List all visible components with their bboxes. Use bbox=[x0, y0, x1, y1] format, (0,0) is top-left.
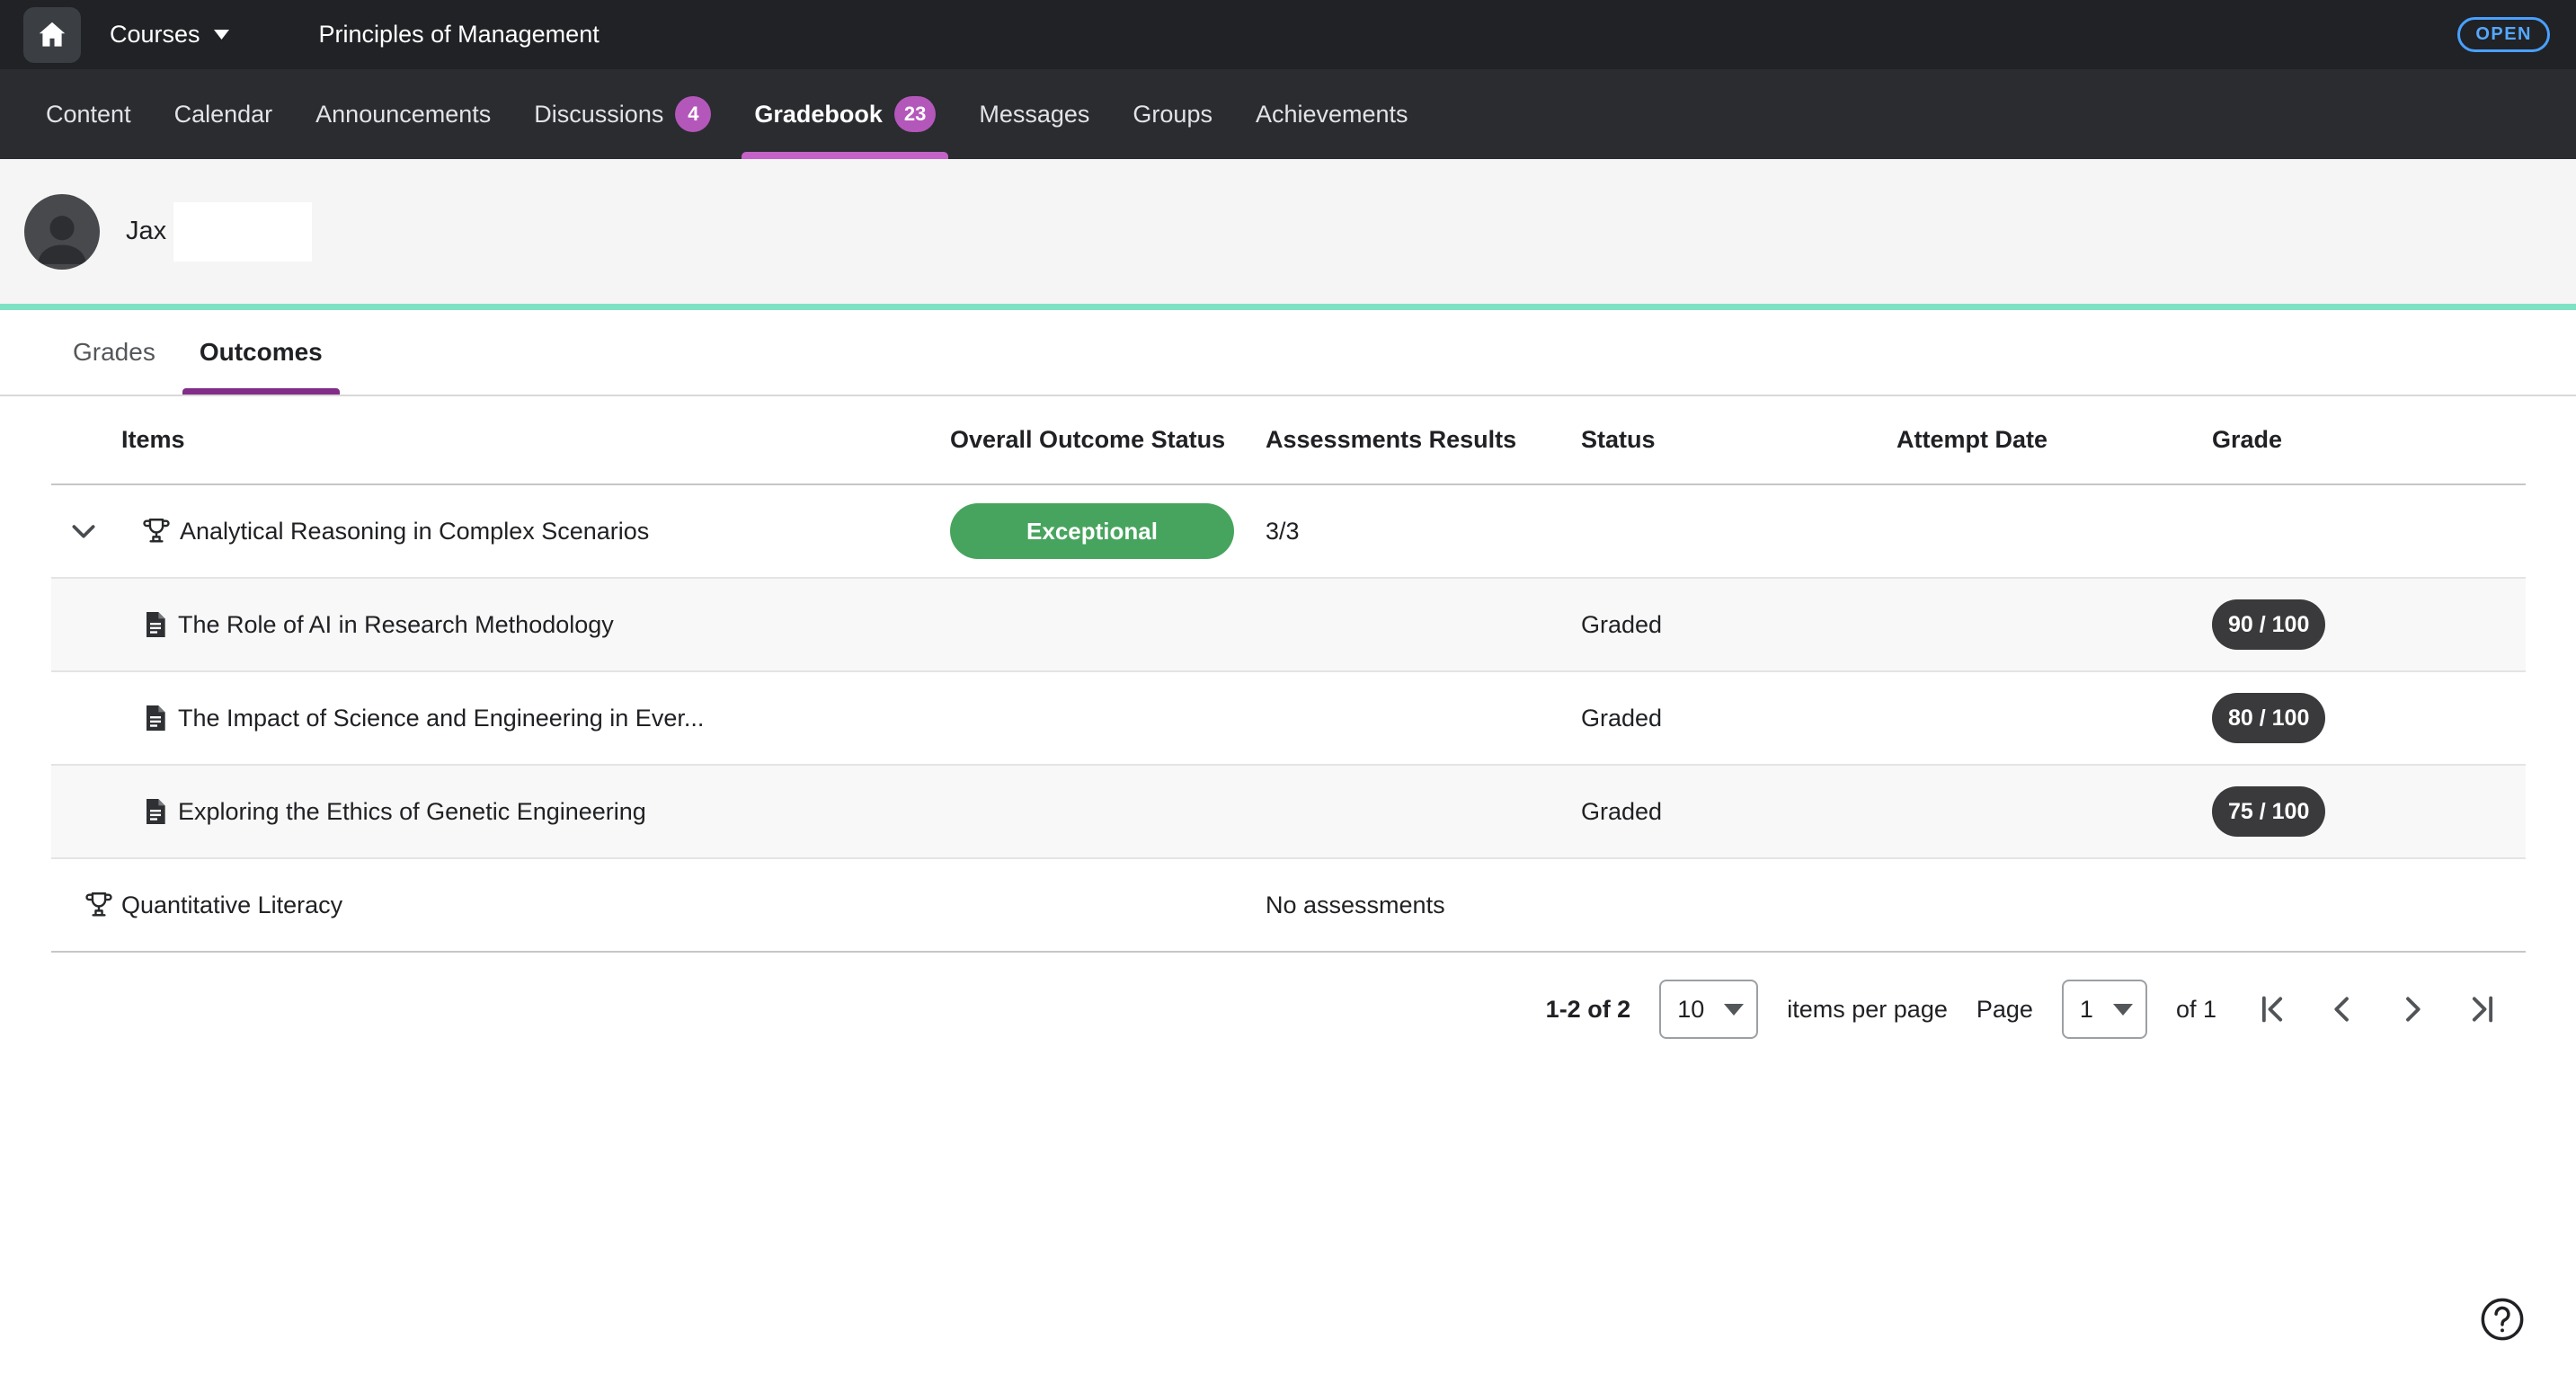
assignment-document-icon bbox=[141, 608, 170, 641]
nav-label: Gradebook bbox=[754, 101, 883, 129]
column-header-grade: Grade bbox=[2212, 426, 2526, 454]
top-bar: Courses Principles of Management OPEN bbox=[0, 0, 2576, 69]
gradebook-tabs: Grades Outcomes bbox=[0, 310, 2576, 395]
help-button[interactable] bbox=[2479, 1296, 2526, 1343]
items-per-page-value: 10 bbox=[1677, 996, 1704, 1024]
nav-item-messages[interactable]: Messages bbox=[966, 69, 1102, 159]
nav-item-discussions[interactable]: Discussions 4 bbox=[521, 69, 724, 159]
chevron-down-icon bbox=[68, 516, 99, 546]
assessment-title: The Role of AI in Research Methodology bbox=[178, 611, 614, 639]
last-page-button[interactable] bbox=[2463, 989, 2502, 1029]
outcomes-table: Items Overall Outcome Status Assessments… bbox=[51, 396, 2526, 1039]
nav-item-groups[interactable]: Groups bbox=[1120, 69, 1225, 159]
nav-label: Announcements bbox=[315, 101, 491, 129]
assessment-status: Graded bbox=[1581, 705, 1896, 732]
collapse-outcome-button[interactable] bbox=[64, 511, 103, 551]
pagination-range: 1-2 of 2 bbox=[1546, 996, 1631, 1024]
dropdown-arrow-icon bbox=[2113, 1004, 2133, 1016]
nav-item-calendar[interactable]: Calendar bbox=[162, 69, 286, 159]
assignment-document-icon bbox=[141, 702, 170, 734]
nav-label: Groups bbox=[1133, 101, 1212, 129]
previous-page-button[interactable] bbox=[2323, 989, 2362, 1029]
items-per-page-label: items per page bbox=[1787, 996, 1948, 1024]
nav-item-achievements[interactable]: Achievements bbox=[1243, 69, 1421, 159]
grade-badge: 75 / 100 bbox=[2212, 786, 2325, 837]
first-page-button[interactable] bbox=[2252, 989, 2292, 1029]
outcome-status-badge: Exceptional bbox=[950, 503, 1234, 559]
next-page-button[interactable] bbox=[2393, 989, 2432, 1029]
pagination-buttons bbox=[2252, 989, 2502, 1029]
page-number-select[interactable]: 1 bbox=[2062, 980, 2147, 1039]
course-nav: Content Calendar Announcements Discussio… bbox=[0, 69, 2576, 159]
column-header-overall-outcome-status: Overall Outcome Status bbox=[950, 426, 1266, 454]
tab-outcomes[interactable]: Outcomes bbox=[182, 310, 340, 395]
grade-badge: 90 / 100 bbox=[2212, 599, 2325, 650]
next-page-icon bbox=[2394, 991, 2430, 1027]
home-icon bbox=[35, 18, 69, 52]
items-per-page-select[interactable]: 10 bbox=[1659, 980, 1758, 1039]
outcome-trophy-icon bbox=[84, 890, 114, 920]
tab-grades[interactable]: Grades bbox=[56, 310, 173, 395]
outcome-title: Quantitative Literacy bbox=[121, 892, 342, 919]
column-header-assessments-results: Assessments Results bbox=[1266, 426, 1581, 454]
user-name: Jax bbox=[126, 217, 166, 246]
table-header-row: Items Overall Outcome Status Assessments… bbox=[51, 396, 2526, 485]
nav-label: Content bbox=[46, 101, 131, 129]
assessment-title: Exploring the Ethics of Genetic Engineer… bbox=[178, 798, 646, 826]
page-label: Page bbox=[1976, 996, 2033, 1024]
column-header-status: Status bbox=[1581, 426, 1896, 454]
previous-page-icon bbox=[2324, 991, 2360, 1027]
outcome-title: Analytical Reasoning in Complex Scenario… bbox=[180, 518, 649, 546]
user-band: Jax bbox=[0, 159, 2576, 304]
first-page-icon bbox=[2254, 991, 2290, 1027]
assignment-document-icon bbox=[141, 795, 170, 828]
outcome-row[interactable]: Analytical Reasoning in Complex Scenario… bbox=[51, 485, 2526, 579]
courses-label: Courses bbox=[110, 21, 200, 49]
gradebook-count-badge: 23 bbox=[894, 96, 936, 132]
open-badge: OPEN bbox=[2457, 17, 2550, 52]
person-icon bbox=[29, 203, 95, 270]
nav-label: Achievements bbox=[1256, 101, 1408, 129]
lms-gradebook-page: Courses Principles of Management OPEN Co… bbox=[0, 0, 2576, 1375]
assessments-results-value: 3/3 bbox=[1266, 518, 1581, 546]
grade-badge: 80 / 100 bbox=[2212, 693, 2325, 743]
assessment-row: Exploring the Ethics of Genetic Engineer… bbox=[51, 766, 2526, 859]
help-icon bbox=[2479, 1296, 2526, 1343]
redacted-name bbox=[173, 202, 312, 262]
nav-label: Discussions bbox=[534, 101, 663, 129]
column-header-attempt-date: Attempt Date bbox=[1896, 426, 2212, 454]
page-number-value: 1 bbox=[2080, 996, 2093, 1024]
nav-item-content[interactable]: Content bbox=[33, 69, 144, 159]
home-button[interactable] bbox=[23, 7, 81, 63]
assessment-status: Graded bbox=[1581, 611, 1896, 639]
discussions-count-badge: 4 bbox=[675, 96, 711, 132]
assessment-status: Graded bbox=[1581, 798, 1896, 826]
page-of-label: of 1 bbox=[2176, 996, 2216, 1024]
last-page-icon bbox=[2465, 991, 2500, 1027]
assessment-title: The Impact of Science and Engineering in… bbox=[178, 705, 704, 732]
nav-item-gradebook[interactable]: Gradebook 23 bbox=[742, 69, 948, 159]
nav-item-announcements[interactable]: Announcements bbox=[303, 69, 503, 159]
pagination-bar: 1-2 of 2 10 items per page Page 1 of 1 bbox=[51, 953, 2526, 1039]
course-title: Principles of Management bbox=[319, 21, 600, 49]
assessment-row: The Role of AI in Research Methodology G… bbox=[51, 579, 2526, 672]
tab-label: Outcomes bbox=[200, 338, 323, 367]
outcome-row: Quantitative Literacy No assessments bbox=[51, 859, 2526, 953]
tab-label: Grades bbox=[73, 338, 155, 367]
courses-dropdown[interactable]: Courses bbox=[110, 21, 229, 49]
chevron-down-icon bbox=[214, 30, 229, 40]
avatar bbox=[24, 194, 100, 270]
dropdown-arrow-icon bbox=[1724, 1004, 1744, 1016]
nav-label: Messages bbox=[979, 101, 1089, 129]
nav-label: Calendar bbox=[174, 101, 273, 129]
outcome-trophy-icon bbox=[141, 516, 172, 546]
assessment-row: The Impact of Science and Engineering in… bbox=[51, 672, 2526, 766]
accent-divider bbox=[0, 304, 2576, 310]
assessments-results-value: No assessments bbox=[1266, 892, 1581, 919]
column-header-items: Items bbox=[51, 426, 950, 454]
